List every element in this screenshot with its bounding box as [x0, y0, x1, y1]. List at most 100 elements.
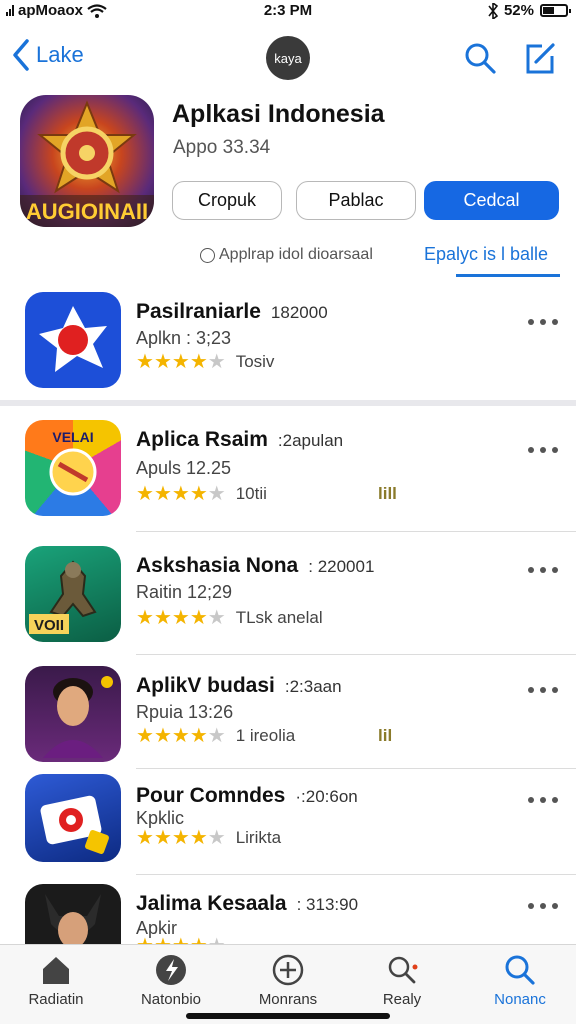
tab-label: Monrans	[258, 991, 318, 1008]
row-divider	[136, 874, 576, 875]
tab-nonanc[interactable]: Nonanc	[472, 953, 568, 1008]
rating-text: Tosiv	[235, 352, 275, 371]
more-button[interactable]	[528, 680, 558, 700]
star-icon: ★	[171, 351, 190, 373]
tab-realy[interactable]: Realy	[354, 953, 450, 1008]
rating-stars: ★★★★★	[136, 484, 226, 504]
rating-stars: ★★★★★	[136, 726, 226, 746]
more-button[interactable]	[528, 896, 558, 916]
svg-text:VELAI: VELAI	[52, 429, 93, 445]
more-button[interactable]	[528, 312, 558, 332]
tab-label: Realy	[382, 991, 422, 1008]
rating-text: 1 ireolia	[235, 726, 296, 745]
row-divider	[136, 531, 576, 532]
rating-stars: ★★★★★	[136, 352, 226, 372]
app-name: Jalima Kesaala: 313:90	[136, 892, 358, 916]
star-icon: ★	[136, 351, 154, 373]
app-name-text: Pasilraniarle	[136, 300, 261, 323]
header-button-primary[interactable]: Cedcal	[424, 181, 559, 220]
tab-link[interactable]: Epalyc is l balle	[424, 244, 548, 265]
star-icon: ★	[136, 827, 154, 849]
status-bar: apMoaox 2:3 PM 52%	[0, 0, 576, 22]
search-icon	[505, 955, 535, 985]
tab-label: Natonbio	[140, 991, 202, 1008]
app-rating: ★ ★ ★ ★ ★ Lirikta	[136, 828, 281, 848]
app-rating: ★ ★ ★ ★ ★ 1 ireolia	[136, 726, 295, 746]
back-button[interactable]: Lake	[10, 38, 84, 72]
home-indicator[interactable]	[186, 1013, 390, 1019]
star-icon: ★	[207, 725, 226, 747]
tab-radiatin[interactable]: Radiatin	[8, 953, 104, 1008]
app-meta: ·:20:6on	[295, 787, 358, 806]
star-icon: ★	[171, 607, 190, 629]
app-sub: Raitin 12;29	[136, 582, 233, 602]
app-extra: lil	[378, 726, 393, 745]
list-item[interactable]: AplikV budasi:2:3aan Rpuia 13:26 ★ ★ ★ ★ ★ 1 …	[0, 666, 576, 769]
row-divider	[136, 768, 576, 769]
tab-natonbio[interactable]: Natonbio	[123, 953, 219, 1008]
rating-text: 10tii	[235, 484, 267, 503]
app-name-text: AplikV budasi	[136, 674, 275, 697]
app-rating: ★★★★★	[136, 936, 226, 944]
list-item[interactable]: Pasilraniarle 182000 Aplkn : 3;23 ★ ★ ★ ★ ★ To…	[0, 292, 576, 392]
chevron-left-icon	[13, 39, 29, 71]
colorful-wheel-icon: VELAI	[25, 420, 121, 516]
star-icon: ★	[189, 827, 208, 849]
app-extra: lill	[378, 484, 397, 503]
nav-bar: Lake kaya	[0, 30, 576, 86]
app-name: Pour Comndes ·:20:6on	[136, 784, 358, 808]
row-divider	[136, 654, 576, 655]
board-game-icon	[25, 774, 121, 862]
rating-text: TLsk anelal	[235, 608, 323, 627]
plus-circle-icon	[272, 954, 304, 986]
character-icon	[25, 884, 121, 944]
star-icon: ★	[208, 936, 226, 944]
star-icon: ★	[153, 483, 172, 505]
rating-stars: ★★★★★	[136, 936, 226, 944]
home-icon	[43, 957, 69, 984]
star-icon: ★	[189, 351, 208, 373]
star-icon: ★	[153, 351, 172, 373]
list-item[interactable]: Jalima Kesaala: 313:90 Apkir ★★★★★	[0, 884, 576, 944]
battery-fill	[543, 7, 555, 14]
more-button[interactable]	[528, 790, 558, 810]
featured-app-icon[interactable]: AUGIOINAII	[20, 95, 154, 227]
list-item[interactable]: VELAI Aplica Rsaim:2apulan Apuls 12.25 ★…	[0, 420, 576, 532]
hint-text: Applrap idol dioarsaal	[219, 246, 373, 263]
header-button-1[interactable]: Cropuk	[172, 181, 282, 220]
star-icon: ★	[207, 607, 226, 629]
star-icon: ★	[171, 827, 190, 849]
section-divider	[0, 400, 576, 406]
page-title: Aplkasi Indonesia	[172, 100, 385, 128]
star-icon: ★	[190, 936, 208, 944]
avatar[interactable]: kaya	[266, 36, 310, 80]
search-button[interactable]	[462, 40, 498, 76]
warrior-game-icon: VOII	[25, 546, 121, 642]
page-subtitle: Appo 33.34	[173, 137, 271, 158]
sport-icon	[156, 955, 186, 985]
alarm-icon	[488, 2, 498, 19]
tab-underline	[456, 274, 560, 277]
more-button[interactable]	[528, 560, 558, 580]
star-icon: ★	[154, 936, 172, 944]
app-sub: Rpuia 13:26	[136, 702, 234, 722]
rating-stars: ★★★★★	[136, 828, 226, 848]
app-meta: 182000	[270, 303, 328, 322]
star-icon: ★	[207, 827, 226, 849]
rating-text: Lirikta	[235, 828, 282, 847]
star-icon: ★	[136, 725, 154, 747]
header-button-2[interactable]: Pablac	[296, 181, 416, 220]
portrait-icon	[25, 666, 121, 762]
app-name-text: Askshasia Nona	[136, 554, 299, 577]
app-name-text: Jalima Kesaala	[136, 892, 287, 915]
tab-bar: Radiatin Natonbio Monrans Realy Nonanc	[0, 944, 576, 1024]
list-item[interactable]: Pour Comndes ·:20:6on Kpklic ★ ★ ★ ★ ★ Lirikta	[0, 774, 576, 875]
list-item[interactable]: VOII Askshasia Nona: 220001 Raitin 12;29…	[0, 546, 576, 655]
tab-monrans[interactable]: Monrans	[240, 953, 336, 1008]
app-sub: Aplkn : 3;23	[136, 328, 232, 348]
more-button[interactable]	[528, 440, 558, 460]
star-icon: ★	[207, 483, 226, 505]
compose-button[interactable]	[522, 40, 558, 76]
status-right: 52%	[488, 2, 571, 19]
svg-text:VOII: VOII	[34, 617, 64, 634]
